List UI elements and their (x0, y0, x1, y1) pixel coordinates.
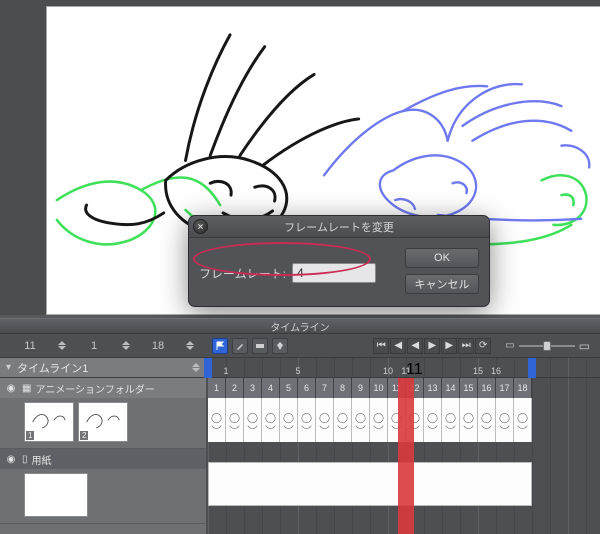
frame-thumb[interactable] (352, 398, 370, 442)
tb-field-a[interactable]: 11 (14, 340, 46, 352)
frame-cell[interactable]: 14 (442, 378, 460, 398)
timeline-tracks-area[interactable]: 123456789101112131415161718 (206, 378, 600, 534)
frame-cell[interactable]: 5 (280, 378, 298, 398)
paper-track-header[interactable]: ◉ ▯ 用紙 (0, 449, 206, 469)
framerate-input[interactable] (292, 263, 376, 283)
paper-name: 用紙 (32, 452, 52, 467)
page-icon: ▯ (22, 454, 28, 465)
frame-thumb[interactable] (514, 398, 532, 442)
frame-thumb[interactable] (262, 398, 280, 442)
playback-controls: ⏮ ◀ ◀ ▶ ▶ ⏭ ⟳ (373, 338, 491, 354)
timeline-toolbar: 11 1 18 ⏮ ◀ ◀ ▶ ▶ ⏭ ⟳ ▭▭ (0, 334, 600, 358)
prev-frame-icon[interactable]: ◀ (390, 338, 406, 354)
frame-thumb[interactable] (334, 398, 352, 442)
timeline-panel-title: タイムライン (0, 318, 600, 334)
ok-button[interactable]: OK (405, 248, 479, 268)
frame-cell[interactable]: 9 (352, 378, 370, 398)
frame-cell[interactable]: 3 (244, 378, 262, 398)
frame-cell[interactable]: 18 (514, 378, 532, 398)
stepper-a[interactable] (58, 341, 66, 350)
keyframe-thumb[interactable]: 2 (78, 402, 128, 442)
frame-cell[interactable]: 17 (496, 378, 514, 398)
goto-start-icon[interactable]: ⏮ (373, 338, 389, 354)
track-stepper[interactable] (192, 363, 200, 372)
frame-thumb[interactable] (298, 398, 316, 442)
timeline-panel: タイムライン 11 1 18 ⏮ ◀ ◀ ▶ ▶ ⏭ ⟳ ▭▭ (0, 318, 600, 534)
frame-cell[interactable]: 8 (334, 378, 352, 398)
chevron-down-icon: ▾ (6, 362, 11, 373)
frame-thumb[interactable] (496, 398, 514, 442)
visibility-icon[interactable]: ◉ (4, 383, 18, 394)
frame-thumb[interactable] (424, 398, 442, 442)
play-icon[interactable]: ▶ (424, 338, 440, 354)
stepper-b[interactable] (122, 341, 130, 350)
playhead[interactable] (398, 378, 414, 534)
frame-cell[interactable]: 10 (370, 378, 388, 398)
frame-thumb[interactable] (226, 398, 244, 442)
zoom-slider[interactable]: ▭▭ (505, 339, 590, 353)
cancel-button[interactable]: キャンセル (405, 274, 479, 294)
frame-thumb[interactable] (370, 398, 388, 442)
frame-thumb[interactable] (478, 398, 496, 442)
frame-thumb[interactable] (316, 398, 334, 442)
framerate-label: フレームレート: (199, 265, 286, 282)
timeline-track-header[interactable]: ▾ タイムライン1 (0, 358, 206, 377)
dialog-titlebar[interactable]: フレームレートを変更 (189, 216, 489, 238)
folder-thumbs: 12 (0, 398, 206, 448)
paper-thumbs (0, 469, 206, 523)
paper-clip[interactable] (208, 462, 532, 506)
paper-thumb[interactable] (24, 473, 88, 517)
framerate-dialog: フレームレートを変更 フレームレート: OK キャンセル (189, 216, 489, 306)
timeline-ruler[interactable]: 151011151611 (206, 358, 600, 377)
frame-cell[interactable]: 2 (226, 378, 244, 398)
visibility-icon[interactable]: ◉ (4, 454, 18, 465)
frame-thumb[interactable] (280, 398, 298, 442)
play-back-icon[interactable]: ◀ (407, 338, 423, 354)
frame-cell[interactable]: 13 (424, 378, 442, 398)
frame-thumb[interactable] (460, 398, 478, 442)
frame-cell[interactable]: 15 (460, 378, 478, 398)
frame-thumb[interactable] (244, 398, 262, 442)
frame-cell[interactable]: 4 (262, 378, 280, 398)
tb-field-b[interactable]: 1 (78, 340, 110, 352)
frame-thumb[interactable] (442, 398, 460, 442)
goto-end-icon[interactable]: ⏭ (458, 338, 474, 354)
folder-track-header[interactable]: ◉ ▦ アニメーションフォルダー (0, 378, 206, 398)
next-frame-icon[interactable]: ▶ (441, 338, 457, 354)
dialog-title-text: フレームレートを変更 (284, 219, 394, 235)
marker-icon[interactable] (272, 338, 288, 354)
close-icon[interactable] (193, 219, 208, 234)
flag-icon[interactable] (212, 338, 228, 354)
edit-icon[interactable] (232, 338, 248, 354)
frame-thumb[interactable] (208, 398, 226, 442)
clip-icon[interactable] (252, 338, 268, 354)
loop-icon[interactable]: ⟳ (475, 338, 491, 354)
frame-cell[interactable]: 1 (208, 378, 226, 398)
frame-cell[interactable]: 7 (316, 378, 334, 398)
folder-icon: ▦ (22, 383, 31, 394)
frame-cell[interactable]: 6 (298, 378, 316, 398)
frame-cell[interactable]: 16 (478, 378, 496, 398)
timeline-name: タイムライン1 (17, 360, 88, 376)
tb-field-c[interactable]: 18 (142, 340, 174, 352)
keyframe-thumb[interactable]: 1 (24, 402, 74, 442)
stepper-c[interactable] (186, 341, 194, 350)
folder-name: アニメーションフォルダー (35, 381, 154, 396)
